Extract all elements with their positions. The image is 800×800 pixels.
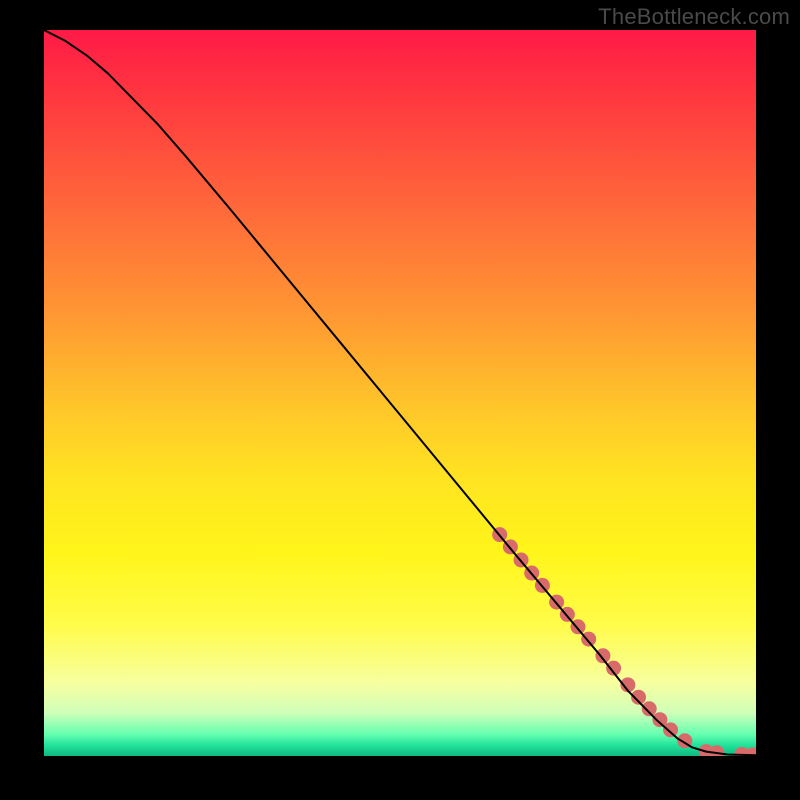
marker-points <box>492 527 756 756</box>
chart-frame: TheBottleneck.com <box>0 0 800 800</box>
chart-curve <box>44 30 756 755</box>
plot-area <box>44 30 756 756</box>
marker-point <box>642 701 657 716</box>
marker-point <box>595 648 610 663</box>
chart-svg <box>44 30 756 756</box>
marker-point <box>663 722 678 737</box>
watermark-text: TheBottleneck.com <box>598 4 790 30</box>
